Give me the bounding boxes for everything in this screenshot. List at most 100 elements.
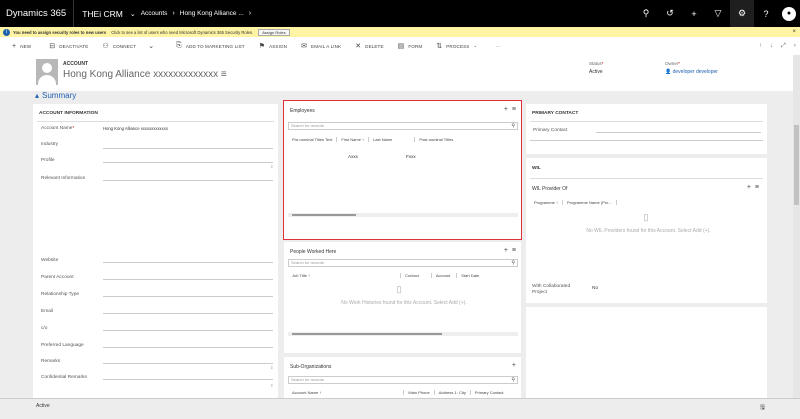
add-icon[interactable]: + [504, 247, 508, 254]
plus-icon[interactable]: + [682, 9, 706, 19]
user-avatar[interactable]: ● [782, 6, 796, 21]
people-worked-search-input[interactable]: Search for records ⚲ [288, 259, 518, 267]
settings-icon[interactable]: ⚙ [730, 0, 754, 27]
account-name-value[interactable]: Hong Kong Alliance xxxxxxxxxxxxx [103, 126, 168, 131]
column-header[interactable]: Job Title ↑ [288, 273, 402, 278]
column-header[interactable]: Main Phone [404, 390, 435, 395]
column-header[interactable]: Address 1: City [435, 390, 471, 395]
form-button[interactable]: ▤ FORM [398, 42, 423, 50]
column-header[interactable]: Start Date [457, 273, 483, 278]
form-selector-icon[interactable]: ≡ [221, 69, 227, 80]
chevron-down-icon[interactable]: ⌄ [128, 10, 138, 18]
column-header[interactable]: Contact [401, 273, 432, 278]
notification-text[interactable]: Click to see a list of users who need Mi… [111, 30, 253, 35]
industry-label: Industry [41, 142, 59, 147]
previous-record-icon[interactable]: ↑ [759, 43, 762, 50]
profile-field[interactable] [103, 162, 273, 163]
connect-dropdown[interactable]: ⌄ [148, 42, 158, 50]
sub-orgs-column-headers: Account Name ↑ Main Phone Address 1: Cit… [288, 390, 508, 395]
grid-view-icon[interactable]: ≡ [755, 184, 759, 191]
page-vertical-scrollbar[interactable] [793, 55, 800, 410]
nav-right-icons: ⚲ ↺ + ▽ ⚙ ? ● [634, 0, 796, 27]
delete-label: DELETE [365, 43, 384, 49]
grid-view-icon[interactable]: ≡ [512, 247, 516, 254]
column-header[interactable]: Programme ↑ [530, 200, 564, 205]
with-collaborated-project-value[interactable]: No [592, 286, 598, 291]
wil-provider-actions: + ≡ [747, 184, 759, 191]
record-pager: ↑ ↓ ⤢ › [759, 43, 796, 50]
entity-name[interactable]: Hong Kong Alliance xxxxxxxxxxxxx ≡ [63, 69, 227, 80]
scrollbar-thumb[interactable] [794, 125, 799, 205]
add-icon[interactable]: + [512, 362, 516, 369]
deactivate-label: DEACTIVATE [59, 43, 89, 49]
confidential-remarks-field[interactable] [103, 379, 273, 380]
horizontal-scrollbar[interactable] [288, 332, 518, 336]
brand-title[interactable]: Dynamics 365 [0, 8, 73, 19]
new-button[interactable]: + NEW [12, 43, 31, 50]
chevron-right-icon[interactable]: › [794, 43, 796, 50]
expand-icon[interactable]: ⤢ [781, 43, 786, 50]
wil-title: WIL [532, 166, 541, 171]
relevant-information-field[interactable] [103, 180, 273, 181]
column-header[interactable]: Account [432, 273, 458, 278]
next-record-icon[interactable]: ↓ [770, 43, 773, 50]
email-field[interactable] [103, 313, 273, 314]
sub-orgs-search-input[interactable]: Search for records ⚲ [288, 376, 518, 384]
website-field[interactable] [103, 262, 273, 263]
delete-button[interactable]: ✕ DELETE [355, 42, 383, 50]
column-header[interactable]: Primary Contact [471, 390, 508, 395]
breadcrumb-accounts[interactable]: Accounts [138, 10, 171, 17]
owner-value[interactable]: 👤 developer developer [665, 69, 718, 75]
add-to-marketing-list-button[interactable]: ⎘ ADD TO MARKETING LIST [176, 42, 245, 50]
account-image[interactable] [36, 59, 58, 85]
breadcrumb-record[interactable]: Hong Kong Alliance ... [177, 10, 247, 17]
command-bar: + NEW ⊟ DEACTIVATE ⚇ CONNECT ⌄ ⎘ ADD TO MARK… [0, 37, 800, 55]
section-divider [530, 121, 763, 122]
with-collaborated-project-label: With Collaborated Project [532, 284, 571, 295]
add-icon[interactable]: + [747, 184, 751, 191]
primary-contact-title: PRIMARY CONTACT [532, 111, 579, 116]
history-icon[interactable]: ↺ [658, 8, 682, 19]
search-placeholder: Search for records [291, 377, 324, 382]
close-icon[interactable]: × [792, 29, 796, 35]
co-field[interactable] [103, 330, 273, 331]
process-button[interactable]: ⇅ PROCESS ⌄ [436, 42, 477, 50]
relationship-type-field[interactable] [103, 296, 273, 297]
search-icon[interactable]: ⚲ [511, 377, 515, 383]
form-label: FORM [408, 43, 423, 49]
list-add-icon: ⎘ [176, 42, 182, 49]
preferred-language-field[interactable] [103, 347, 273, 348]
assign-button[interactable]: ⚑ ASSIGN [259, 42, 287, 50]
save-icon[interactable]: 🖫 [760, 403, 765, 413]
email-a-link-label: EMAIL A LINK [311, 43, 342, 49]
co-label: c/o [41, 326, 48, 331]
remarks-field[interactable] [103, 363, 273, 364]
primary-contact-field[interactable] [596, 132, 761, 133]
filter-icon[interactable]: ▽ [706, 8, 730, 19]
email-a-link-button[interactable]: ✉ EMAIL A LINK [301, 42, 341, 50]
primary-contact-label: Primary Contact [533, 128, 568, 133]
status-value[interactable]: Active [589, 69, 603, 75]
help-icon[interactable]: ? [754, 9, 778, 19]
people-worked-here-title: People Worked Here [290, 249, 337, 255]
scrollbar-thumb[interactable] [292, 333, 442, 335]
industry-field[interactable] [103, 148, 273, 149]
parent-account-field[interactable] [103, 279, 273, 280]
record-header: ACCOUNT Hong Kong Alliance xxxxxxxxxxxxx… [0, 55, 800, 91]
column-header[interactable]: Account Name ↑ [288, 390, 405, 395]
relationship-type-label: Relationship Type [41, 292, 80, 297]
people-worked-empty-message: No Work Histories found for this Account… [341, 300, 467, 306]
assign-roles-button[interactable]: Assign Roles [258, 28, 290, 36]
more-commands-button[interactable]: ··· [495, 44, 500, 49]
website-label: Website [41, 258, 59, 263]
assign-icon: ⚑ [258, 43, 266, 50]
search-icon[interactable]: ⚲ [511, 260, 515, 266]
search-icon[interactable]: ⚲ [634, 8, 658, 19]
form-icon: ▤ [397, 43, 405, 50]
deactivate-button[interactable]: ⊟ DEACTIVATE [49, 42, 88, 50]
section-divider [37, 121, 274, 122]
column-header[interactable]: Programme Name (Pro... [563, 200, 617, 205]
app-name[interactable]: THEi CRM [74, 9, 128, 19]
connect-button[interactable]: ⚇ CONNECT [102, 42, 136, 50]
plus-icon: + [12, 42, 17, 50]
